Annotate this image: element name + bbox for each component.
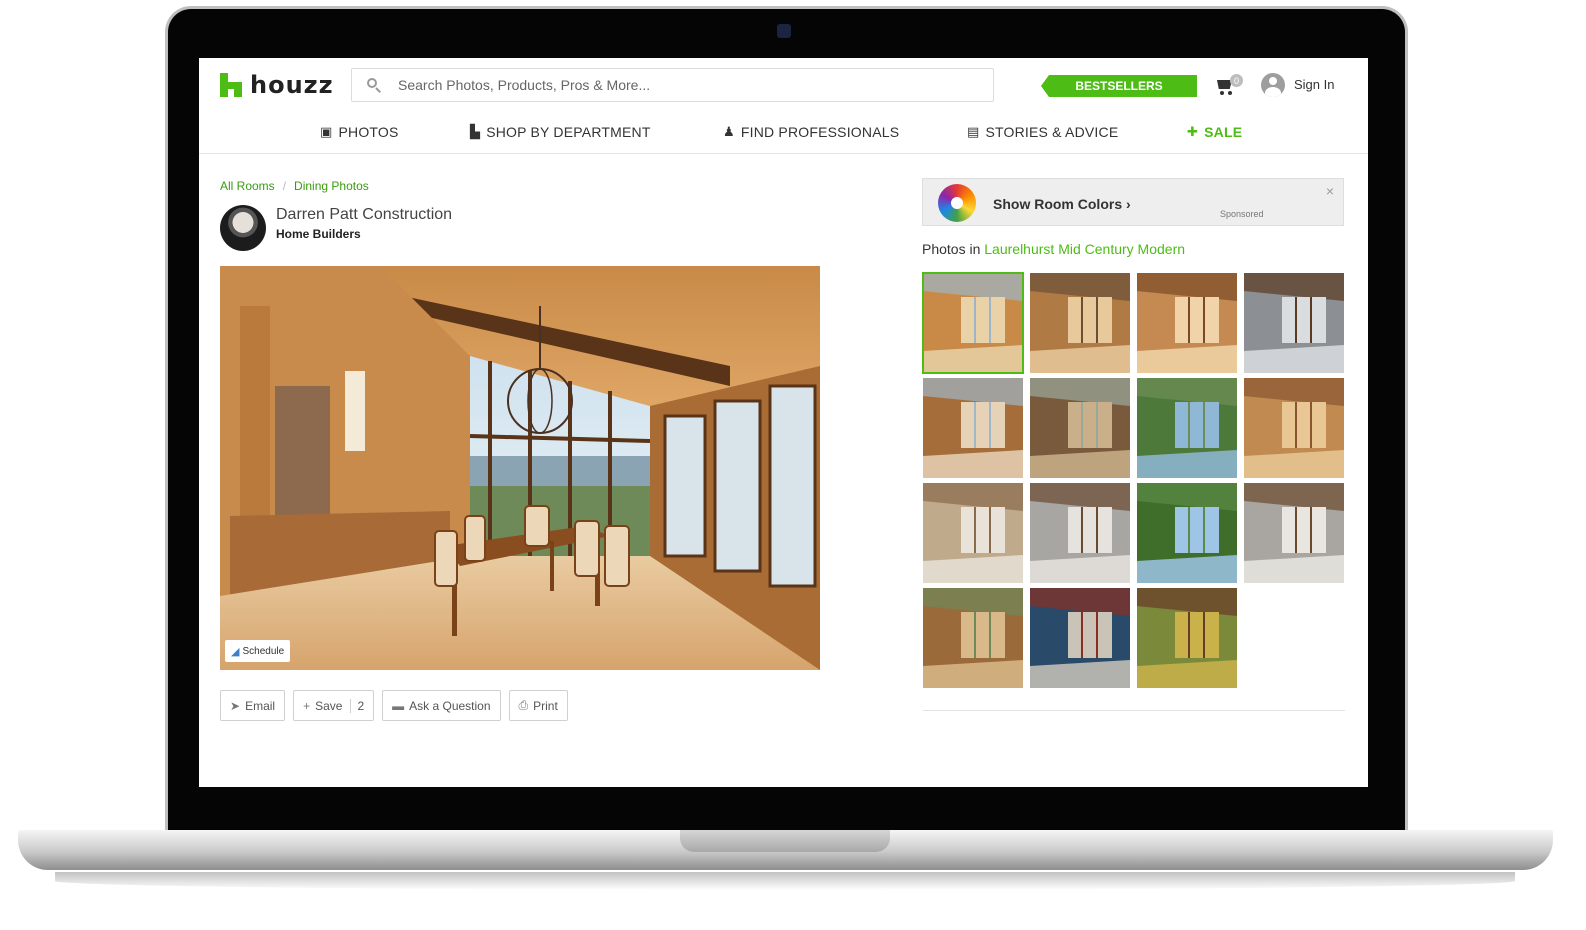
breadcrumb-dining-photos[interactable]: Dining Photos	[294, 179, 369, 193]
gift-icon: ✚	[1187, 124, 1199, 139]
book-icon: ▤	[967, 124, 980, 139]
project-thumbnail[interactable]	[1137, 588, 1237, 688]
project-thumbnail[interactable]	[1244, 378, 1344, 478]
houzz-logo-icon	[220, 73, 242, 97]
speech-bubble-icon: ▬	[392, 698, 405, 713]
schedule-icon: ◢	[231, 645, 240, 658]
project-thumbnail[interactable]	[923, 483, 1023, 583]
nav-sale[interactable]: ✚ SALE	[1187, 124, 1242, 140]
divider	[923, 710, 1345, 711]
laptop-notch	[680, 830, 890, 852]
save-count: 2	[350, 698, 364, 713]
project-thumbnail[interactable]	[1137, 378, 1237, 478]
project-thumbnail[interactable]	[1244, 483, 1344, 583]
sponsored-label: Sponsored	[1220, 209, 1264, 219]
project-thumbnail[interactable]	[1137, 483, 1237, 583]
search-bar[interactable]	[351, 68, 994, 102]
plus-icon: +	[303, 698, 311, 713]
browser-viewport: houzz BESTSELLERS 0 Sign In ▣ PHOTOS ▙ S…	[199, 58, 1368, 787]
nav-professionals-label: FIND PROFESSIONALS	[740, 124, 900, 140]
project-thumbnail[interactable]	[923, 588, 1023, 688]
search-input[interactable]	[398, 77, 978, 93]
user-avatar-icon[interactable]	[1261, 73, 1285, 97]
nav-sale-label: SALE	[1204, 124, 1243, 140]
webcam-icon	[777, 24, 791, 38]
logo-text: houzz	[250, 71, 334, 99]
cart-button[interactable]: 0	[1215, 74, 1243, 98]
project-thumbnail[interactable]	[1030, 483, 1130, 583]
print-button[interactable]: ⎙ Print	[508, 690, 568, 721]
main-nav: ▣ PHOTOS ▙ SHOP BY DEPARTMENT ♟ FIND PRO…	[199, 116, 1368, 154]
armchair-icon: ▙	[470, 124, 481, 139]
show-room-colors-link[interactable]: Show Room Colors ›	[993, 196, 1131, 212]
photo-actions: ➤ Email + Save 2 ▬ Ask a Question ⎙ Prin…	[220, 690, 576, 721]
photos-icon: ▣	[320, 124, 333, 139]
project-link[interactable]: Laurelhurst Mid Century Modern	[984, 241, 1185, 257]
breadcrumb-all-rooms[interactable]: All Rooms	[220, 179, 275, 193]
nav-stories-label: STORIES & ADVICE	[985, 124, 1119, 140]
project-thumbnail[interactable]	[1137, 273, 1237, 373]
project-thumbnail[interactable]	[1244, 273, 1344, 373]
nav-photos[interactable]: ▣ PHOTOS	[320, 124, 399, 140]
ask-question-button[interactable]: ▬ Ask a Question	[382, 690, 501, 721]
project-thumbnail[interactable]	[922, 272, 1024, 374]
pro-name[interactable]: Darren Patt Construction	[276, 206, 452, 224]
project-thumbnail[interactable]	[923, 378, 1023, 478]
main-photo[interactable]: ◢ Schedule	[220, 266, 820, 670]
nav-shop-by-department[interactable]: ▙ SHOP BY DEPARTMENT	[470, 124, 651, 140]
send-icon: ➤	[230, 698, 241, 713]
color-wheel-icon	[938, 184, 976, 222]
sponsored-ad[interactable]: Show Room Colors › × Sponsored	[922, 178, 1344, 226]
save-button[interactable]: + Save 2	[293, 690, 375, 721]
email-label: Email	[245, 698, 276, 713]
nav-find-professionals[interactable]: ♟ FIND PROFESSIONALS	[723, 124, 899, 140]
schedule-label: Schedule	[242, 645, 285, 657]
email-button[interactable]: ➤ Email	[220, 690, 286, 721]
bestsellers-button[interactable]: BESTSELLERS	[1041, 75, 1197, 97]
schedule-button[interactable]: ◢ Schedule	[225, 640, 291, 662]
ask-label: Ask a Question	[409, 698, 491, 713]
sign-in-link[interactable]: Sign In	[1294, 77, 1334, 92]
cart-count-badge: 0	[1230, 74, 1243, 87]
laptop-shadow	[55, 872, 1515, 890]
breadcrumb: All Rooms / Dining Photos	[220, 179, 369, 193]
breadcrumb-separator: /	[282, 179, 287, 193]
houzz-logo[interactable]: houzz	[220, 70, 334, 100]
project-thumbnail[interactable]	[1030, 588, 1130, 688]
search-icon	[366, 77, 382, 93]
dining-room-photo	[220, 266, 820, 670]
print-label: Print	[533, 698, 558, 713]
nav-shop-label: SHOP BY DEPARTMENT	[486, 124, 651, 140]
printer-icon: ⎙	[518, 698, 529, 712]
nav-stories-advice[interactable]: ▤ STORIES & ADVICE	[967, 124, 1118, 140]
project-heading: Photos in Laurelhurst Mid Century Modern	[922, 241, 1185, 257]
pro-type: Home Builders	[276, 227, 361, 241]
save-label: Save	[315, 698, 343, 713]
project-thumbnail[interactable]	[1030, 378, 1130, 478]
close-icon[interactable]: ×	[1326, 183, 1334, 199]
nav-photos-label: PHOTOS	[338, 124, 399, 140]
pro-avatar[interactable]	[220, 205, 266, 251]
laptop-mockup: houzz BESTSELLERS 0 Sign In ▣ PHOTOS ▙ S…	[0, 0, 1586, 930]
person-icon: ♟	[723, 124, 735, 139]
project-prefix: Photos in	[922, 241, 981, 257]
project-thumbnail[interactable]	[1030, 273, 1130, 373]
